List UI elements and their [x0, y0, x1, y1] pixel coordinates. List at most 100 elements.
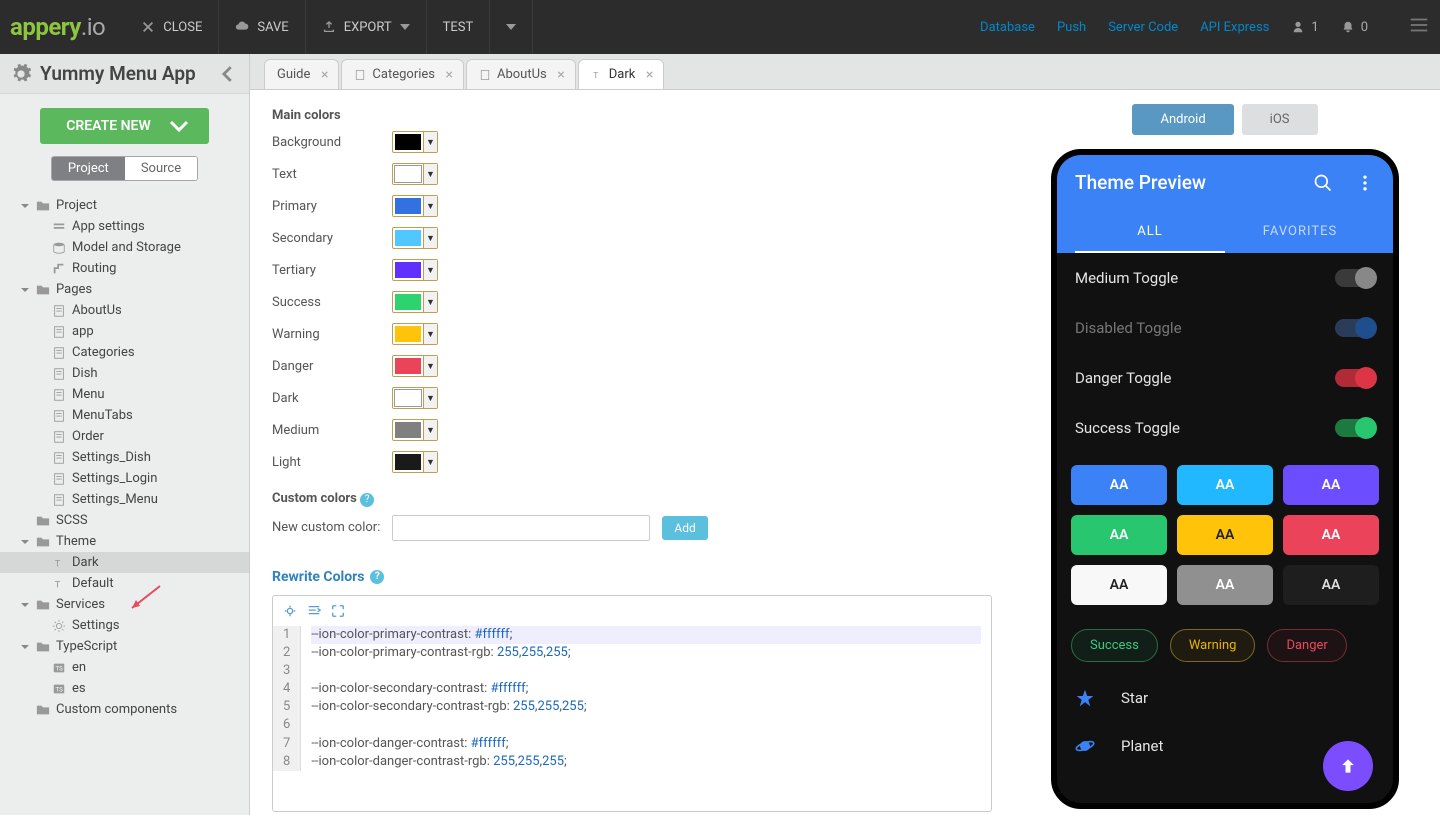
chip-danger[interactable]: Danger	[1267, 629, 1346, 662]
tree-scss[interactable]: SCSS	[0, 510, 249, 531]
color-swatch[interactable]: ▼	[392, 387, 438, 409]
user-count[interactable]: 1	[1291, 20, 1318, 35]
toggle-success[interactable]: Success Toggle	[1057, 403, 1393, 453]
tree-theme-dark[interactable]: TDark	[0, 552, 249, 573]
expand-icon[interactable]	[331, 604, 345, 618]
test-dropdown[interactable]	[490, 0, 533, 54]
gear-icon[interactable]	[10, 63, 32, 85]
nav-database[interactable]: Database	[980, 20, 1035, 35]
aa-secondary[interactable]: AA	[1177, 465, 1273, 505]
chevron-down-icon[interactable]: ▼	[423, 420, 437, 440]
tree-page-menu[interactable]: Menu	[0, 384, 249, 405]
aa-dark[interactable]: AA	[1071, 565, 1167, 605]
help-icon[interactable]: ?	[370, 570, 384, 584]
list-star[interactable]: Star	[1057, 674, 1393, 722]
color-swatch[interactable]: ▼	[392, 355, 438, 377]
color-swatch[interactable]: ▼	[392, 163, 438, 185]
chevron-down-icon[interactable]: ▼	[423, 388, 437, 408]
color-swatch[interactable]: ▼	[392, 259, 438, 281]
tab-close-icon[interactable]: ×	[557, 67, 564, 83]
tab-favorites[interactable]: FAVORITES	[1225, 212, 1375, 253]
tree-theme[interactable]: Theme	[0, 531, 249, 552]
color-swatch[interactable]: ▼	[392, 451, 438, 473]
test-button[interactable]: TEST	[427, 0, 491, 54]
chevron-down-icon[interactable]: ▼	[423, 196, 437, 216]
toggle-danger[interactable]: Danger Toggle	[1057, 353, 1393, 403]
chevron-down-icon[interactable]: ▼	[423, 356, 437, 376]
tree-settings[interactable]: Settings	[0, 615, 249, 636]
menu-button[interactable]	[1408, 14, 1430, 40]
aa-primary[interactable]: AA	[1071, 465, 1167, 505]
nav-push[interactable]: Push	[1057, 20, 1086, 35]
fab-button[interactable]	[1323, 741, 1373, 791]
chevron-down-icon[interactable]: ▼	[423, 164, 437, 184]
chevron-down-icon[interactable]: ▼	[423, 324, 437, 344]
aa-light[interactable]: AA	[1283, 565, 1379, 605]
tree-page-categories[interactable]: Categories	[0, 342, 249, 363]
notif-count[interactable]: 0	[1341, 20, 1368, 35]
aa-warning[interactable]: AA	[1177, 515, 1273, 555]
tree-page-settings_menu[interactable]: Settings_Menu	[0, 489, 249, 510]
tab-aboutus[interactable]: AboutUs×	[466, 59, 576, 89]
color-swatch[interactable]: ▼	[392, 131, 438, 153]
nav-api-express[interactable]: API Express	[1200, 20, 1269, 35]
save-button[interactable]: SAVE	[219, 0, 305, 54]
custom-color-input[interactable]	[392, 515, 650, 541]
platform-ios[interactable]: iOS	[1242, 104, 1318, 135]
tree-page-settings_dish[interactable]: Settings_Dish	[0, 447, 249, 468]
aa-success[interactable]: AA	[1071, 515, 1167, 555]
more-icon[interactable]	[1355, 173, 1375, 193]
tab-categories[interactable]: Categories×	[341, 59, 464, 89]
chevron-down-icon[interactable]: ▼	[423, 260, 437, 280]
chevron-down-icon[interactable]: ▼	[423, 452, 437, 472]
tree-project[interactable]: Project	[0, 195, 249, 216]
chevron-down-icon[interactable]: ▼	[423, 228, 437, 248]
tree-ts-es[interactable]: TSes	[0, 678, 249, 699]
tab-guide[interactable]: Guide×	[264, 59, 339, 89]
tree-pages[interactable]: Pages	[0, 279, 249, 300]
nav-server-code[interactable]: Server Code	[1108, 20, 1178, 35]
tab-close-icon[interactable]: ×	[646, 67, 653, 83]
tree-theme-default[interactable]: TDefault	[0, 573, 249, 594]
tree-page-dish[interactable]: Dish	[0, 363, 249, 384]
platform-android[interactable]: Android	[1132, 104, 1233, 135]
tree-app-settings[interactable]: App settings	[0, 216, 249, 237]
indent-icon[interactable]	[307, 604, 321, 618]
tree-page-app[interactable]: app	[0, 321, 249, 342]
tree-services[interactable]: Services	[0, 594, 249, 615]
search-icon[interactable]	[1313, 173, 1333, 193]
aa-danger[interactable]: AA	[1283, 515, 1379, 555]
tab-all[interactable]: ALL	[1075, 212, 1225, 253]
create-new-button[interactable]: CREATE NEW	[40, 108, 209, 144]
help-icon[interactable]: ?	[360, 493, 374, 507]
tree-typescript[interactable]: TypeScript	[0, 636, 249, 657]
color-swatch[interactable]: ▼	[392, 227, 438, 249]
chip-warning[interactable]: Warning	[1170, 629, 1256, 662]
tab-close-icon[interactable]: ×	[321, 67, 328, 83]
color-swatch[interactable]: ▼	[392, 291, 438, 313]
gear-icon[interactable]	[283, 604, 297, 618]
tree-custom-components[interactable]: Custom components	[0, 699, 249, 720]
aa-medium[interactable]: AA	[1177, 565, 1273, 605]
add-color-button[interactable]: Add	[662, 516, 707, 540]
view-project[interactable]: Project	[52, 157, 125, 180]
toggle-medium[interactable]: Medium Toggle	[1057, 253, 1393, 303]
tree-page-aboutus[interactable]: AboutUs	[0, 300, 249, 321]
tree-page-settings_login[interactable]: Settings_Login	[0, 468, 249, 489]
export-button[interactable]: EXPORT	[306, 0, 427, 54]
aa-tertiary[interactable]: AA	[1283, 465, 1379, 505]
chip-success[interactable]: Success	[1071, 629, 1158, 662]
color-swatch[interactable]: ▼	[392, 195, 438, 217]
tree-page-menutabs[interactable]: MenuTabs	[0, 405, 249, 426]
chevron-down-icon[interactable]: ▼	[423, 132, 437, 152]
tab-dark[interactable]: TDark×	[578, 59, 665, 89]
view-source[interactable]: Source	[125, 157, 197, 180]
chevron-down-icon[interactable]: ▼	[423, 292, 437, 312]
color-swatch[interactable]: ▼	[392, 323, 438, 345]
close-button[interactable]: CLOSE	[125, 0, 219, 54]
tree-routing[interactable]: Routing	[0, 258, 249, 279]
code-editor[interactable]: 12345678 --ion-color-primary-contrast: #…	[272, 595, 992, 813]
tree-page-order[interactable]: Order	[0, 426, 249, 447]
color-swatch[interactable]: ▼	[392, 419, 438, 441]
collapse-icon[interactable]	[217, 63, 239, 85]
